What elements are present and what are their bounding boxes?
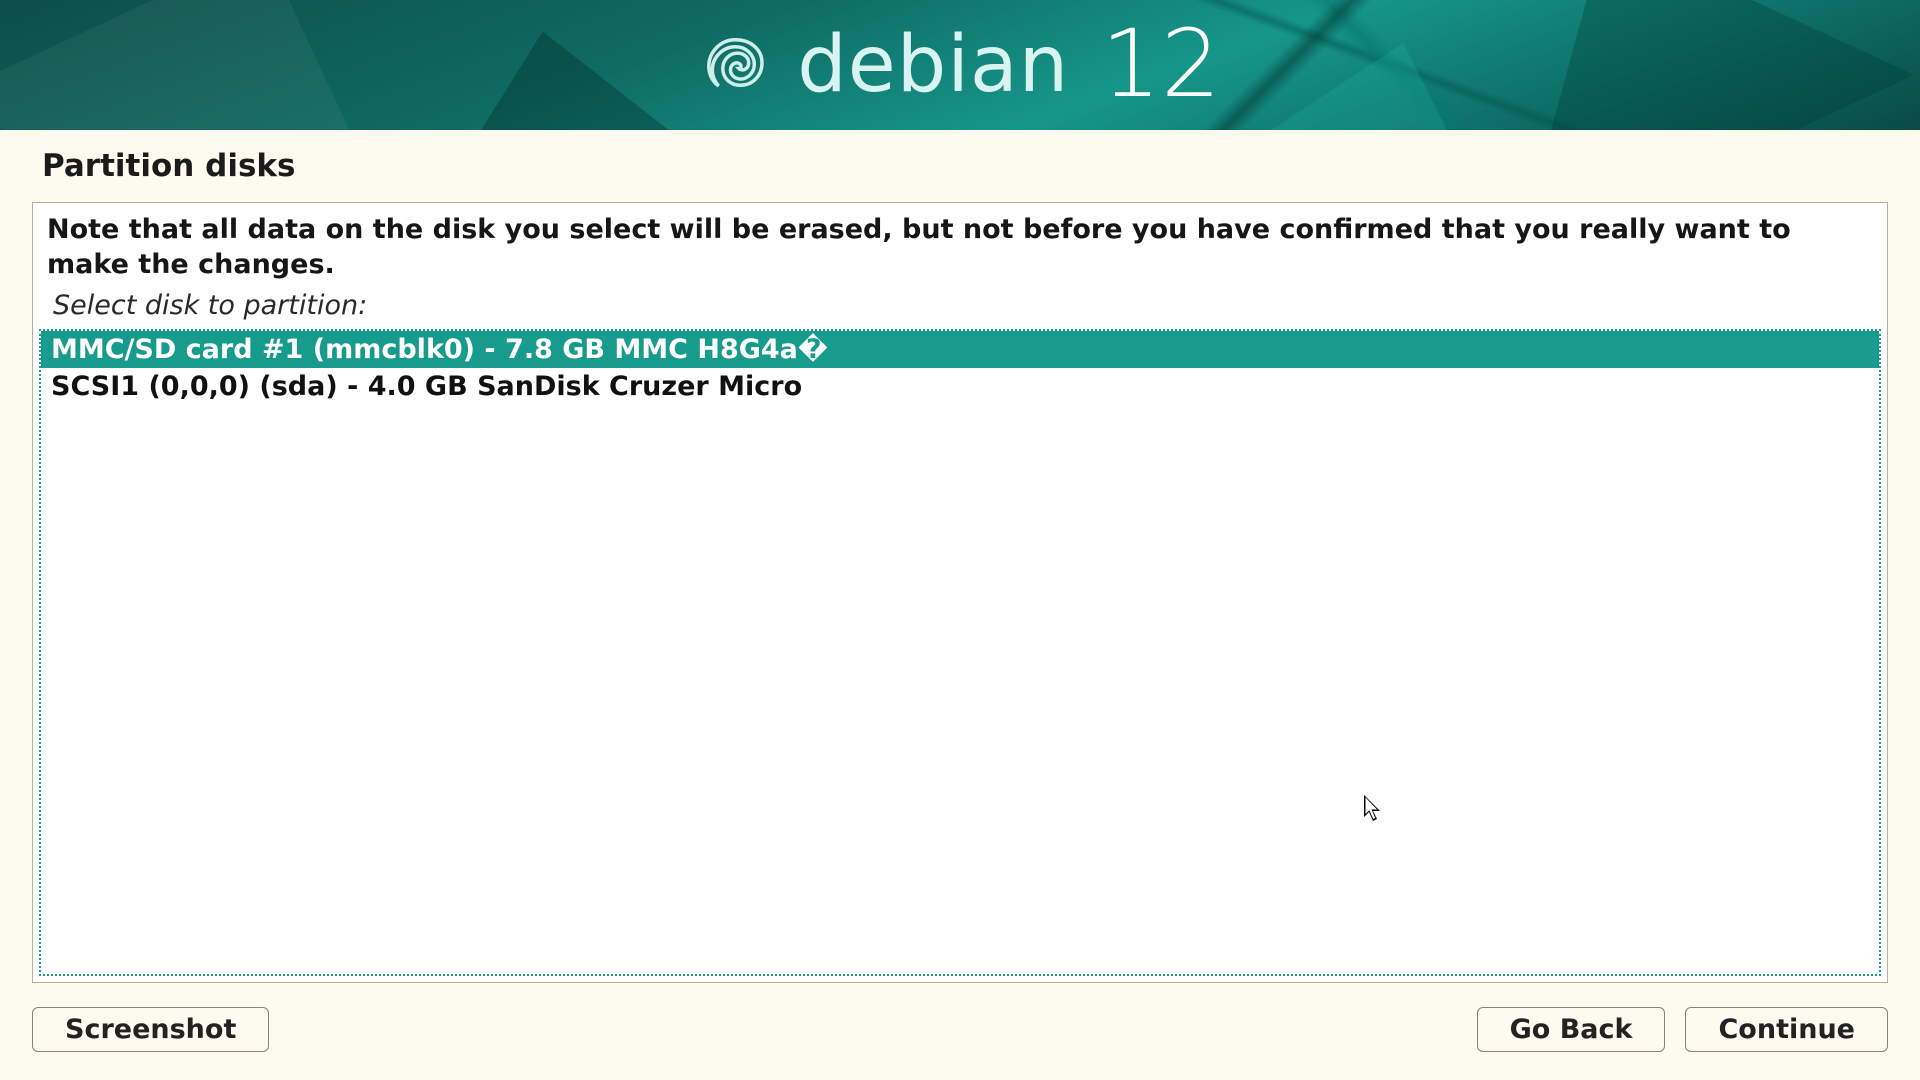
- brand: debian 12: [699, 18, 1221, 112]
- disk-option[interactable]: SCSI1 (0,0,0) (sda) - 4.0 GB SanDisk Cru…: [41, 368, 1879, 405]
- go-back-button[interactable]: Go Back: [1477, 1007, 1666, 1052]
- warning-note: Note that all data on the disk you selec…: [39, 209, 1881, 284]
- select-disk-prompt: Select disk to partition:: [39, 284, 1881, 329]
- brand-version: 12: [1101, 18, 1221, 112]
- page-title: Partition disks: [42, 148, 1888, 184]
- debian-swirl-icon: [699, 30, 769, 100]
- main-content: Partition disks Note that all data on th…: [0, 130, 1920, 983]
- button-bar: Screenshot Go Back Continue: [0, 983, 1920, 1080]
- continue-button[interactable]: Continue: [1685, 1007, 1888, 1052]
- screenshot-button[interactable]: Screenshot: [32, 1007, 269, 1052]
- header-banner: debian 12: [0, 0, 1920, 130]
- partition-panel: Note that all data on the disk you selec…: [32, 202, 1888, 983]
- disk-option[interactable]: MMC/SD card #1 (mmcblk0) - 7.8 GB MMC H8…: [41, 331, 1879, 368]
- brand-name: debian: [797, 26, 1069, 104]
- disk-listbox[interactable]: MMC/SD card #1 (mmcblk0) - 7.8 GB MMC H8…: [39, 329, 1881, 976]
